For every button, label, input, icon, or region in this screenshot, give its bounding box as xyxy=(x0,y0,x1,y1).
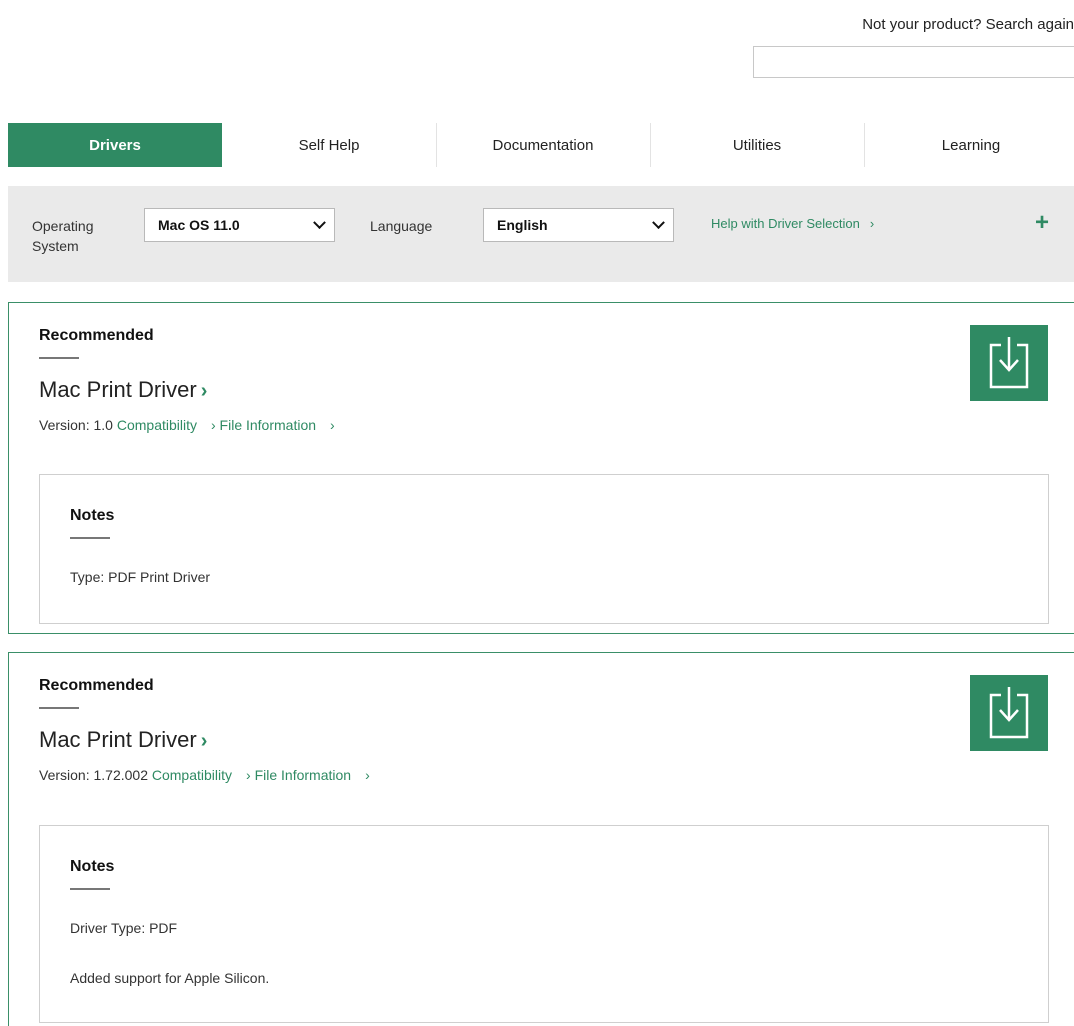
search-prompt: Not your product? Search again xyxy=(862,16,1074,33)
version-label: Version: xyxy=(39,767,90,783)
version-line: Version: 1.72.002 Compatibility › File In… xyxy=(39,767,370,783)
help-driver-selection-link[interactable]: Help with Driver Selection › xyxy=(711,216,874,231)
chevron-right-icon: › xyxy=(210,417,216,433)
notes-underline xyxy=(70,537,110,539)
driver-card: Recommended Mac Print Driver › Version: 1… xyxy=(8,652,1074,1026)
notes-box: Notes Type: PDF Print Driver xyxy=(39,474,1049,624)
compatibility-link[interactable]: Compatibility xyxy=(152,767,232,783)
chevron-right-icon: › xyxy=(246,767,251,783)
download-icon xyxy=(989,337,1029,389)
version-value: 1.0 xyxy=(93,417,113,433)
notes-line: Driver Type: PDF xyxy=(70,920,178,936)
file-information-link[interactable]: File Information xyxy=(255,767,351,783)
version-line: Version: 1.0 Compatibility › File Informa… xyxy=(39,417,335,433)
tab-drivers[interactable]: Drivers xyxy=(8,123,222,167)
download-button[interactable] xyxy=(970,675,1048,751)
chevron-right-icon: › xyxy=(869,216,875,231)
expand-plus-button[interactable]: + xyxy=(1032,211,1052,235)
heading-underline xyxy=(39,707,79,709)
chevron-right-icon: › xyxy=(330,417,335,433)
heading-underline xyxy=(39,357,79,359)
driver-title-link[interactable]: Mac Print Driver › xyxy=(39,377,207,403)
notes-box: Notes Driver Type: PDF Added support for… xyxy=(39,825,1049,1023)
product-search-input[interactable] xyxy=(753,46,1074,78)
tab-learning[interactable]: Learning xyxy=(864,123,1074,167)
tab-self-help[interactable]: Self Help xyxy=(222,123,436,167)
driver-card: Recommended Mac Print Driver › Version: 1… xyxy=(8,302,1074,634)
notes-line: Added support for Apple Silicon. xyxy=(70,970,270,986)
notes-line: Type: PDF Print Driver xyxy=(70,569,211,585)
file-information-link[interactable]: File Information xyxy=(220,417,316,433)
notes-heading: Notes xyxy=(70,858,115,875)
os-label: Operating System xyxy=(32,218,94,254)
notes-underline xyxy=(70,888,110,890)
os-select[interactable]: Mac OS 11.0 xyxy=(144,208,335,242)
driver-title: Mac Print Driver xyxy=(39,377,197,402)
language-select-value: English xyxy=(497,217,548,233)
language-select[interactable]: English xyxy=(483,208,674,242)
help-link-label: Help with Driver Selection xyxy=(711,216,860,231)
chevron-down-icon xyxy=(313,215,326,229)
card-heading: Recommended xyxy=(39,677,154,694)
chevron-right-icon: › xyxy=(200,380,208,402)
card-heading: Recommended xyxy=(39,327,154,344)
tab-documentation[interactable]: Documentation xyxy=(436,123,650,167)
tab-bar: Drivers Self Help Documentation Utilitie… xyxy=(8,123,1074,167)
driver-filter-bar: Operating System Mac OS 11.0 Language En… xyxy=(8,186,1074,282)
chevron-right-icon: › xyxy=(365,767,370,783)
chevron-down-icon xyxy=(652,215,665,229)
tab-utilities[interactable]: Utilities xyxy=(650,123,864,167)
compatibility-link[interactable]: Compatibility xyxy=(117,417,197,433)
version-value: 1.72.002 xyxy=(93,767,148,783)
os-select-value: Mac OS 11.0 xyxy=(158,217,240,233)
notes-heading: Notes xyxy=(70,507,115,524)
version-label: Version: xyxy=(39,417,90,433)
download-icon xyxy=(989,687,1029,739)
language-label: Language xyxy=(370,218,433,234)
download-button[interactable] xyxy=(970,325,1048,401)
driver-title-link[interactable]: Mac Print Driver › xyxy=(39,727,207,753)
chevron-right-icon: › xyxy=(200,730,208,752)
driver-title: Mac Print Driver xyxy=(39,727,197,752)
